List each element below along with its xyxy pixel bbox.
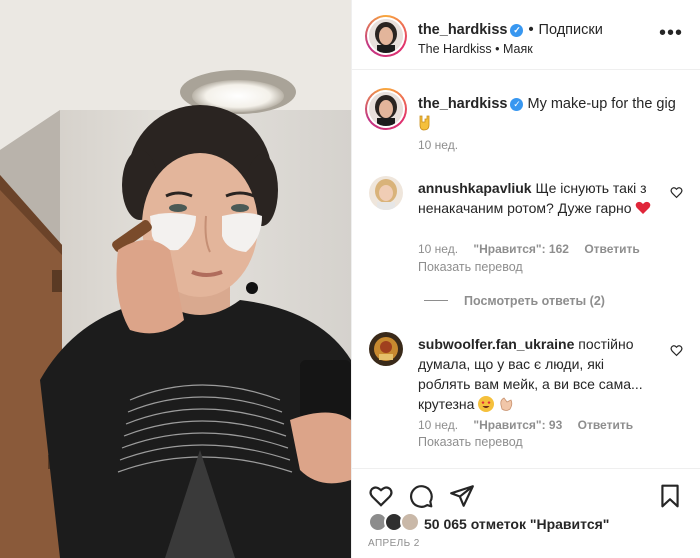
show-translation-link[interactable]: Показать перевод <box>418 435 523 449</box>
author-line: the_hardkiss ✓ • Подписки <box>418 22 603 38</box>
instagram-post-window: the_hardkiss ✓ • Подписки The Hardkiss • Ма… <box>0 0 700 558</box>
show-translation-link[interactable]: Показать перевод <box>418 260 523 274</box>
bookmark-icon[interactable] <box>657 483 683 509</box>
commenter-username[interactable]: subwoolfer.fan_ukraine <box>418 336 574 352</box>
reply-button[interactable]: Ответить <box>578 418 633 432</box>
caption-avatar-image <box>369 92 403 126</box>
comment-like-heart-icon[interactable] <box>670 344 683 357</box>
commenter-avatar-image <box>369 176 403 210</box>
audio-subtitle[interactable]: The Hardkiss • Маяк <box>418 42 533 56</box>
verified-badge-icon: ✓ <box>510 98 524 111</box>
likes-count[interactable]: 50 065 отметок "Нравится" <box>424 516 609 532</box>
author-avatar-image <box>369 19 403 53</box>
clapping-hands-emoji-icon <box>498 396 514 412</box>
author-avatar[interactable] <box>365 15 407 57</box>
heart-icon[interactable] <box>368 483 394 509</box>
commenter-avatar[interactable] <box>369 332 403 366</box>
comment-meta: 10 нед. "Нравится": 93 Ответить <box>418 418 645 432</box>
author-username[interactable]: the_hardkiss <box>418 22 507 38</box>
view-replies-button[interactable]: Посмотреть ответы (2) <box>424 294 605 308</box>
reply-button[interactable]: Ответить <box>584 242 639 256</box>
post-details-panel: the_hardkiss ✓ • Подписки The Hardkiss • Ма… <box>351 0 700 558</box>
comment-likes-count[interactable]: "Нравится": 162 <box>473 242 569 256</box>
comment-timestamp: 10 нед. <box>418 418 459 432</box>
comment-text-block: annushkapavliuk Ще існують такі з ненака… <box>418 178 658 218</box>
send-icon[interactable] <box>449 483 475 509</box>
caption-timestamp: 10 нед. <box>418 138 459 152</box>
following-button[interactable]: Подписки <box>539 22 603 38</box>
comment-meta: 10 нед. "Нравится": 162 Ответить <box>418 242 652 256</box>
red-heart-emoji-icon <box>635 200 651 214</box>
post-date: АПРЕЛЬ 2 <box>368 538 420 549</box>
rock-hand-emoji-icon <box>418 115 432 131</box>
commenter-avatar-image <box>369 332 403 366</box>
comment-likes-count[interactable]: "Нравится": 93 <box>473 418 562 432</box>
more-options-icon[interactable]: ••• <box>659 23 683 43</box>
caption-text: My make-up for the gig <box>527 96 676 112</box>
caption-username[interactable]: the_hardkiss <box>418 96 507 112</box>
comment-text-block: subwoolfer.fan_ukraine постійно думала, … <box>418 334 658 414</box>
liker-avatar <box>400 512 420 532</box>
caption-avatar[interactable] <box>365 88 407 130</box>
view-replies-label: Посмотреть ответы (2) <box>464 294 605 308</box>
comment-timestamp: 10 нед. <box>418 242 459 256</box>
comment-icon[interactable] <box>408 483 434 509</box>
post-video-frame <box>0 0 351 558</box>
commenter-avatar[interactable] <box>369 176 403 210</box>
separator-dot: • <box>528 22 534 38</box>
verified-badge-icon: ✓ <box>510 24 524 37</box>
post-video[interactable] <box>0 0 351 558</box>
comment-like-heart-icon[interactable] <box>670 186 683 199</box>
commenter-username[interactable]: annushkapavliuk <box>418 180 532 196</box>
post-header: the_hardkiss ✓ • Подписки The Hardkiss • Ма… <box>352 0 700 70</box>
replies-divider-line <box>424 300 448 301</box>
caption-text-block: the_hardkiss ✓ My make-up for the gig <box>418 94 688 134</box>
heart-eyes-emoji-icon <box>478 396 495 412</box>
